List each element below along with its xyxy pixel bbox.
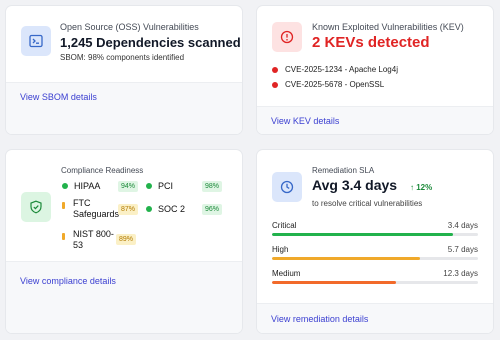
kev-detected-count: 2 KEVs detected [312, 34, 430, 51]
kev-card: Known Exploited Vulnerabilities (KEV) 2 … [257, 6, 493, 134]
compliance-item-name: HIPAA [74, 181, 101, 191]
sla-trend-badge: ↑ 12% [410, 183, 433, 192]
kev-card-footer: View KEV details [257, 106, 493, 134]
kev-dot [272, 66, 278, 73]
compliance-item-pci: PCI [146, 181, 173, 191]
compliance-item-badge: 98% [202, 181, 223, 192]
compliance-item-hipaa: HIPAA [62, 181, 100, 191]
oss-sbom-status: SBOM: 98% components identified [60, 53, 185, 62]
compliance-card-title: Compliance Readiness [61, 166, 144, 175]
compliance-item-badge: 94% [118, 181, 139, 192]
compliance-item-name: NIST 800-53 [73, 229, 114, 250]
compliance-item-name: PCI [158, 181, 174, 191]
status-dot [146, 183, 152, 189]
sla-progress-fill [272, 233, 454, 236]
compliance-item-badge: 87% [118, 204, 139, 215]
status-dot [62, 202, 65, 209]
kev-item-text: CVE-2025-1234 - Apache Log4j [285, 65, 398, 74]
compliance-item-ftc-safeguards: FTC Safeguards [62, 198, 125, 220]
shield-check-icon [21, 192, 51, 222]
sla-progress-fill [272, 257, 421, 260]
sla-subtitle: to resolve critical vulnerabilities [312, 199, 423, 208]
sla-progress-bar [272, 281, 478, 284]
sla-row-name: Medium [272, 269, 301, 278]
sla-row-critical: Critical 3.4 days [272, 221, 478, 236]
view-sbom-details-link[interactable]: View SBOM details [20, 92, 97, 102]
sla-row-name: High [272, 245, 289, 254]
compliance-item-badge: 89% [116, 234, 137, 245]
sla-row-value: 12.3 days [443, 269, 478, 278]
compliance-card-footer: View compliance details [6, 261, 242, 333]
kev-item: CVE-2025-1234 - Apache Log4j [272, 65, 398, 74]
status-dot [62, 183, 68, 189]
compliance-item-name: SOC 2 [158, 204, 186, 214]
sla-row-value: 3.4 days [447, 221, 478, 230]
compliance-item-badge: 96% [202, 204, 223, 215]
compliance-card: Compliance Readiness HIPAA 94% PCI 98% F… [6, 150, 242, 333]
oss-card-title: Open Source (OSS) Vulnerabilities [60, 22, 199, 32]
sla-average-days: Avg 3.4 days [312, 177, 398, 193]
kev-dot [272, 81, 278, 88]
kev-item: CVE-2025-5678 - OpenSSL [272, 80, 384, 89]
sla-row-high: High 5.7 days [272, 245, 478, 260]
terminal-icon [21, 26, 51, 56]
compliance-item-soc-2: SOC 2 [146, 204, 185, 214]
compliance-item-nist-800-53: NIST 800-53 [62, 229, 119, 251]
status-dot [146, 206, 152, 212]
view-compliance-details-link[interactable]: View compliance details [20, 276, 116, 286]
sla-progress-fill [272, 281, 396, 284]
clock-icon [272, 172, 302, 202]
status-dot [62, 233, 65, 240]
kev-card-title: Known Exploited Vulnerabilities (KEV) [312, 22, 464, 32]
kev-item-text: CVE-2025-5678 - OpenSSL [285, 80, 385, 89]
sla-row-value: 5.7 days [447, 245, 478, 254]
oss-dependencies-count: 1,245 Dependencies scanned [60, 35, 241, 50]
oss-card: Open Source (OSS) Vulnerabilities 1,245 … [6, 6, 242, 134]
sla-progress-bar [272, 233, 478, 236]
view-kev-details-link[interactable]: View KEV details [271, 116, 339, 126]
sla-progress-bar [272, 257, 478, 260]
oss-card-footer: View SBOM details [6, 82, 242, 134]
sla-card-title: Remediation SLA [312, 166, 375, 175]
sla-row-name: Critical [272, 221, 297, 230]
alert-circle-icon [272, 22, 302, 52]
remediation-sla-card: Remediation SLA Avg 3.4 days ↑ 12% to re… [257, 150, 493, 333]
sla-row-medium: Medium 12.3 days [272, 269, 478, 284]
sla-card-footer: View remediation details [257, 303, 493, 333]
view-remediation-details-link[interactable]: View remediation details [271, 314, 368, 324]
